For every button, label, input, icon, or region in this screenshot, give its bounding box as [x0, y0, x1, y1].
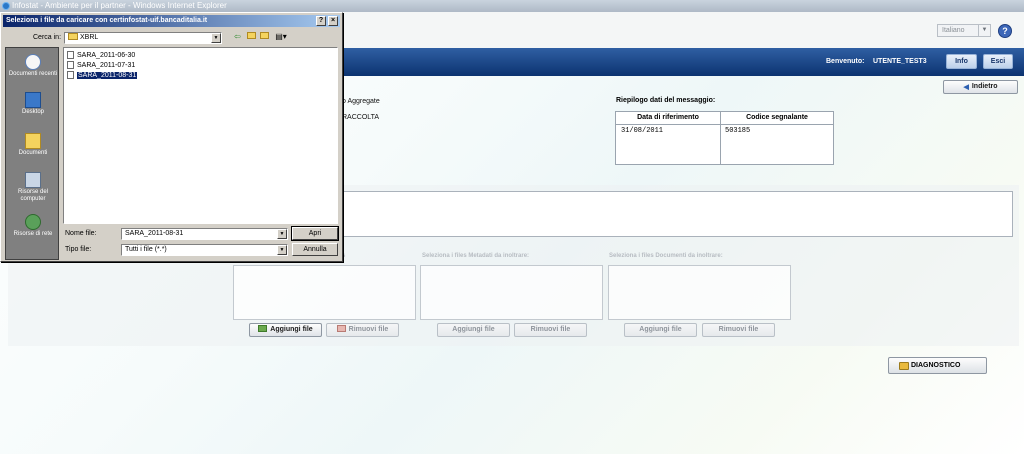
column-divider [720, 112, 721, 165]
upload-list-data[interactable] [233, 265, 416, 320]
language-value: Italiano [942, 27, 965, 34]
chevron-down-icon: ▼ [978, 25, 990, 36]
new-folder-icon[interactable] [259, 32, 270, 42]
summary-date-value: 31/08/2011 [621, 127, 664, 135]
place-label: Risorse di rete [13, 231, 53, 237]
upload-list-documents[interactable] [608, 265, 791, 320]
add-file-button-metadata[interactable]: Aggiungi file [437, 323, 510, 337]
chevron-down-icon: ▼ [277, 229, 287, 239]
back-arrow-icon: ◀ [963, 84, 969, 91]
file-list[interactable]: SARA_2011-06-30 SARA_2011-07-31 SARA_201… [63, 47, 338, 224]
back-button[interactable]: ◀ Indietro [943, 80, 1018, 94]
diagnostic-button[interactable]: DIAGNOSTICO [888, 357, 987, 374]
add-file-label: Aggiungi file [270, 326, 313, 333]
ie-icon [2, 2, 10, 10]
file-icon [67, 51, 74, 59]
recent-documents-icon [25, 54, 41, 70]
documents-folder-icon [25, 133, 41, 149]
back-label: Indietro [971, 83, 998, 90]
filename-value: SARA_2011-08-31 [125, 230, 184, 237]
place-computer[interactable]: Risorse del computer [6, 172, 60, 203]
place-label: Risorse del computer [17, 189, 48, 202]
view-menu-icon[interactable]: ▤▾ [273, 32, 289, 42]
filetype-label: Tipo file: [65, 246, 92, 253]
diagnostic-label: DIAGNOSTICO [911, 362, 961, 369]
filetype-value: Tutti i file (*.*) [125, 246, 167, 253]
filename-input[interactable]: SARA_2011-08-31 ▼ [121, 228, 288, 240]
welcome-label: Benvenuto: [826, 58, 865, 65]
place-documents[interactable]: Documenti [6, 133, 60, 157]
filename-label: Nome file: [65, 230, 97, 237]
summary-title: Riepilogo dati del messaggio: [616, 97, 716, 104]
summary-col-date: Data di riferimento [616, 112, 720, 125]
place-label: Documenti [18, 150, 48, 156]
chevron-down-icon: ▼ [277, 245, 287, 255]
summary-col-code: Codice segnalante [721, 112, 833, 125]
look-in-label: Cerca in: [33, 34, 62, 41]
folder-icon [68, 33, 78, 40]
file-name: SARA_2011-07-31 [77, 62, 136, 69]
partial-text-aggregate: o Aggregate [342, 98, 380, 105]
language-select[interactable]: Italiano ▼ [937, 24, 991, 37]
message-box [300, 191, 1013, 237]
upload-label-documents: Seleziona i files Documenti da inoltrare… [609, 253, 723, 259]
network-icon [25, 214, 41, 230]
remove-file-button-metadata[interactable]: Rimuovi file [514, 323, 587, 337]
file-name: SARA_2011-06-30 [77, 52, 136, 59]
place-desktop[interactable]: Desktop [6, 92, 60, 116]
dialog-titlebar: Seleziona i file da caricare con certinf… [3, 15, 340, 27]
browser-title: Infostat - Ambiente per il partner - Win… [12, 1, 227, 10]
add-file-icon [258, 325, 268, 332]
file-open-dialog: Seleziona i file da caricare con certinf… [0, 12, 343, 262]
file-name: SARA_2011-08-31 [77, 72, 138, 79]
place-label: Documenti recenti [8, 71, 58, 77]
look-in-select[interactable]: XBRL ▼ [64, 32, 222, 44]
summary-code-value: 503185 [725, 127, 751, 135]
file-item[interactable]: SARA_2011-07-31 [66, 61, 135, 70]
remove-file-label: Rimuovi file [348, 326, 389, 333]
dialog-title: Seleziona i file da caricare con certinf… [6, 17, 208, 24]
desktop-icon [25, 92, 41, 108]
place-network[interactable]: Risorse di rete [6, 214, 60, 238]
help-icon[interactable]: ? [316, 16, 326, 26]
remove-file-icon [336, 325, 346, 332]
cancel-button[interactable]: Annulla [292, 243, 338, 256]
back-icon[interactable]: ⇦ [232, 32, 243, 42]
upload-list-metadata[interactable] [420, 265, 603, 320]
computer-icon [25, 172, 41, 188]
add-file-button-documents[interactable]: Aggiungi file [624, 323, 697, 337]
place-recent[interactable]: Documenti recenti [6, 54, 60, 78]
info-button[interactable]: Info [946, 54, 977, 69]
file-icon [67, 71, 74, 79]
username: UTENTE_TEST3 [873, 58, 927, 65]
look-in-value: XBRL [80, 34, 99, 41]
up-folder-icon[interactable] [246, 32, 257, 42]
remove-file-button-documents[interactable]: Rimuovi file [702, 323, 775, 337]
add-file-button-data[interactable]: Aggiungi file [249, 323, 322, 337]
partial-text-raccolta: RACCOLTA [342, 114, 380, 121]
file-item[interactable]: SARA_2011-06-30 [66, 51, 135, 60]
exit-button[interactable]: Esci [983, 54, 1013, 69]
folder-icon [899, 362, 909, 370]
summary-table: Data di riferimento Codice segnalante 31… [615, 111, 834, 165]
open-button[interactable]: Apri [291, 226, 339, 241]
filetype-select[interactable]: Tutti i file (*.*) ▼ [121, 244, 288, 256]
places-bar: Documenti recenti Desktop Documenti Riso… [5, 47, 59, 260]
chevron-down-icon: ▼ [211, 33, 221, 43]
help-button[interactable]: ? [998, 24, 1012, 38]
remove-file-button-data[interactable]: Rimuovi file [326, 323, 399, 337]
place-label: Desktop [21, 109, 44, 115]
file-item-selected[interactable]: SARA_2011-08-31 [66, 71, 138, 80]
file-icon [67, 61, 74, 69]
upload-label-metadata: Seleziona i files Metadati da inoltrare: [422, 253, 530, 259]
browser-titlebar: Infostat - Ambiente per il partner - Win… [0, 0, 1024, 12]
close-icon[interactable]: × [328, 16, 338, 26]
